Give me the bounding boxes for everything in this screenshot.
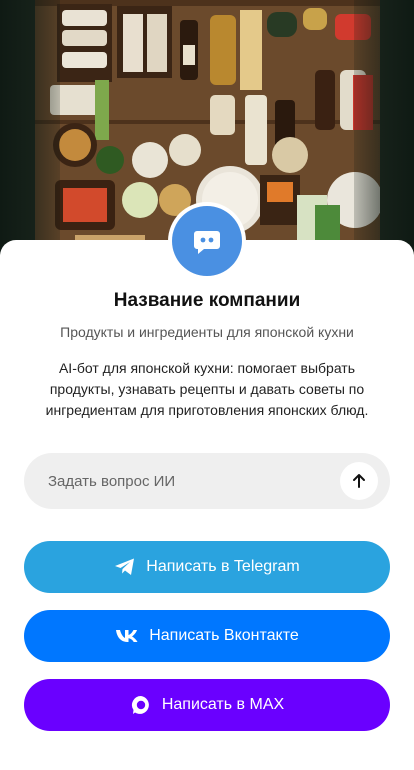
company-avatar [168,202,246,280]
telegram-button-label: Написать в Telegram [146,558,300,575]
vk-button[interactable]: Написать Вконтакте [24,610,390,662]
ask-ai-input[interactable] [48,472,340,490]
max-icon [130,694,152,716]
telegram-icon [114,557,136,577]
company-name: Название компании [113,290,301,311]
company-description: AI-бот для японской кухни: помогает выбр… [45,360,369,418]
telegram-button[interactable]: Написать в Telegram [24,541,390,593]
max-button-label: Написать в MAX [161,696,285,713]
max-button[interactable]: Написать в MAX [24,679,390,731]
ask-ai-field [24,453,390,509]
vk-icon [115,629,139,643]
vk-button-label: Написать Вконтакте [149,627,299,644]
company-subtitle: Продукты и ингредиенты для японской кухн… [60,324,354,340]
send-button[interactable] [340,462,378,500]
chat-bubble-icon [194,231,220,254]
arrow-up-icon [353,474,365,488]
